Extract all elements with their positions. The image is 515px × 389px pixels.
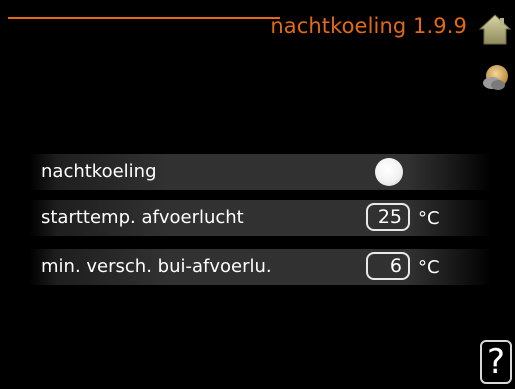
display-screen: nachtkoeling 1.9.9 nachtkoeling starttem… <box>0 0 515 389</box>
setting-label: starttemp. afvoerlucht <box>41 207 244 228</box>
header-divider-line <box>8 17 280 19</box>
setting-row-min-versch[interactable]: min. versch. bui-afvoerlu. 6 °C <box>29 249 491 285</box>
menu-title: nachtkoeling 1.9.9 <box>270 14 467 38</box>
value-field[interactable]: 6 <box>366 252 410 280</box>
value-field[interactable]: 25 <box>366 203 410 231</box>
setting-label: min. versch. bui-afvoerlu. <box>41 256 272 277</box>
setting-label: nachtkoeling <box>41 161 157 182</box>
outdoor-sensor-icon <box>483 65 508 90</box>
toggle-switch[interactable] <box>375 158 403 186</box>
setting-row-starttemp[interactable]: starttemp. afvoerlucht 25 °C <box>29 200 491 236</box>
home-icon[interactable] <box>478 13 512 45</box>
unit-label: °C <box>418 257 440 278</box>
help-button[interactable]: ? <box>480 340 512 384</box>
setting-row-nachtkoeling[interactable]: nachtkoeling <box>29 154 491 190</box>
unit-label: °C <box>418 208 440 229</box>
